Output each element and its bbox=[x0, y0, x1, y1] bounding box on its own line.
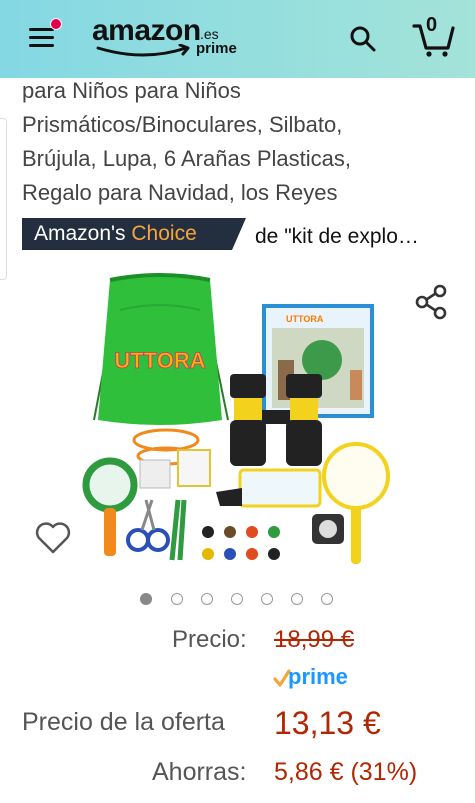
badge-label: Amazon's Choice bbox=[34, 222, 197, 245]
cart-button[interactable]: 0 bbox=[410, 14, 458, 58]
cart-count: 0 bbox=[426, 14, 438, 36]
plastic-spiders bbox=[202, 526, 280, 560]
carousel-dot[interactable] bbox=[171, 593, 183, 605]
prime-badge: prime bbox=[272, 664, 354, 690]
amazons-choice-badge[interactable]: Amazon's Choice bbox=[22, 218, 246, 250]
product-title-line: Regalo para Navidad, los Reyes bbox=[22, 180, 338, 205]
carousel-dot[interactable] bbox=[321, 593, 333, 605]
menu-button[interactable] bbox=[26, 18, 62, 52]
logo-prime: prime bbox=[196, 40, 237, 57]
search-icon[interactable] bbox=[348, 24, 378, 54]
list-price: 18,99 € bbox=[274, 626, 355, 653]
notification-dot bbox=[50, 18, 62, 30]
bug-net bbox=[322, 442, 390, 564]
drawstring-bag: UTTORA bbox=[93, 273, 229, 425]
bag-brand: UTTORA bbox=[114, 348, 205, 373]
price-label: Precio: bbox=[172, 626, 247, 653]
top-header: amazon .es prime 0 bbox=[0, 0, 475, 78]
logo-word: amazon bbox=[92, 14, 201, 47]
savings-value: 5,86 € (31%) bbox=[274, 758, 418, 786]
product-title: para Niños para Niños Prismáticos/Binocu… bbox=[22, 74, 462, 210]
offer-price: 13,13 € bbox=[274, 705, 381, 741]
offer-price-label: Precio de la oferta bbox=[22, 708, 225, 736]
product-image[interactable]: UTTORA UTTORA bbox=[80, 270, 396, 574]
carousel-dot[interactable] bbox=[231, 593, 243, 605]
product-title-line: para Niños para Niños bbox=[22, 78, 241, 103]
product-title-line: Brújula, Lupa, 6 Arañas Plasticas, bbox=[22, 146, 351, 171]
share-icon[interactable] bbox=[414, 284, 450, 320]
side-drawer-handle[interactable] bbox=[0, 118, 7, 280]
product-title-line: Prismáticos/Binoculares, Silbato, bbox=[22, 112, 343, 137]
prime-text: prime bbox=[288, 664, 348, 689]
savings-label: Ahorras: bbox=[152, 758, 247, 786]
carousel-dot[interactable] bbox=[291, 593, 303, 605]
carousel-dot[interactable] bbox=[201, 593, 213, 605]
box-brand: UTTORA bbox=[286, 314, 324, 324]
carousel-dot[interactable] bbox=[140, 593, 152, 605]
badge-query-text[interactable]: de "kit de explo… bbox=[255, 225, 455, 249]
logo-smile-icon bbox=[96, 44, 190, 57]
amazon-logo[interactable]: amazon .es prime bbox=[92, 14, 237, 64]
carousel-dot[interactable] bbox=[261, 593, 273, 605]
heart-icon[interactable] bbox=[34, 520, 72, 556]
